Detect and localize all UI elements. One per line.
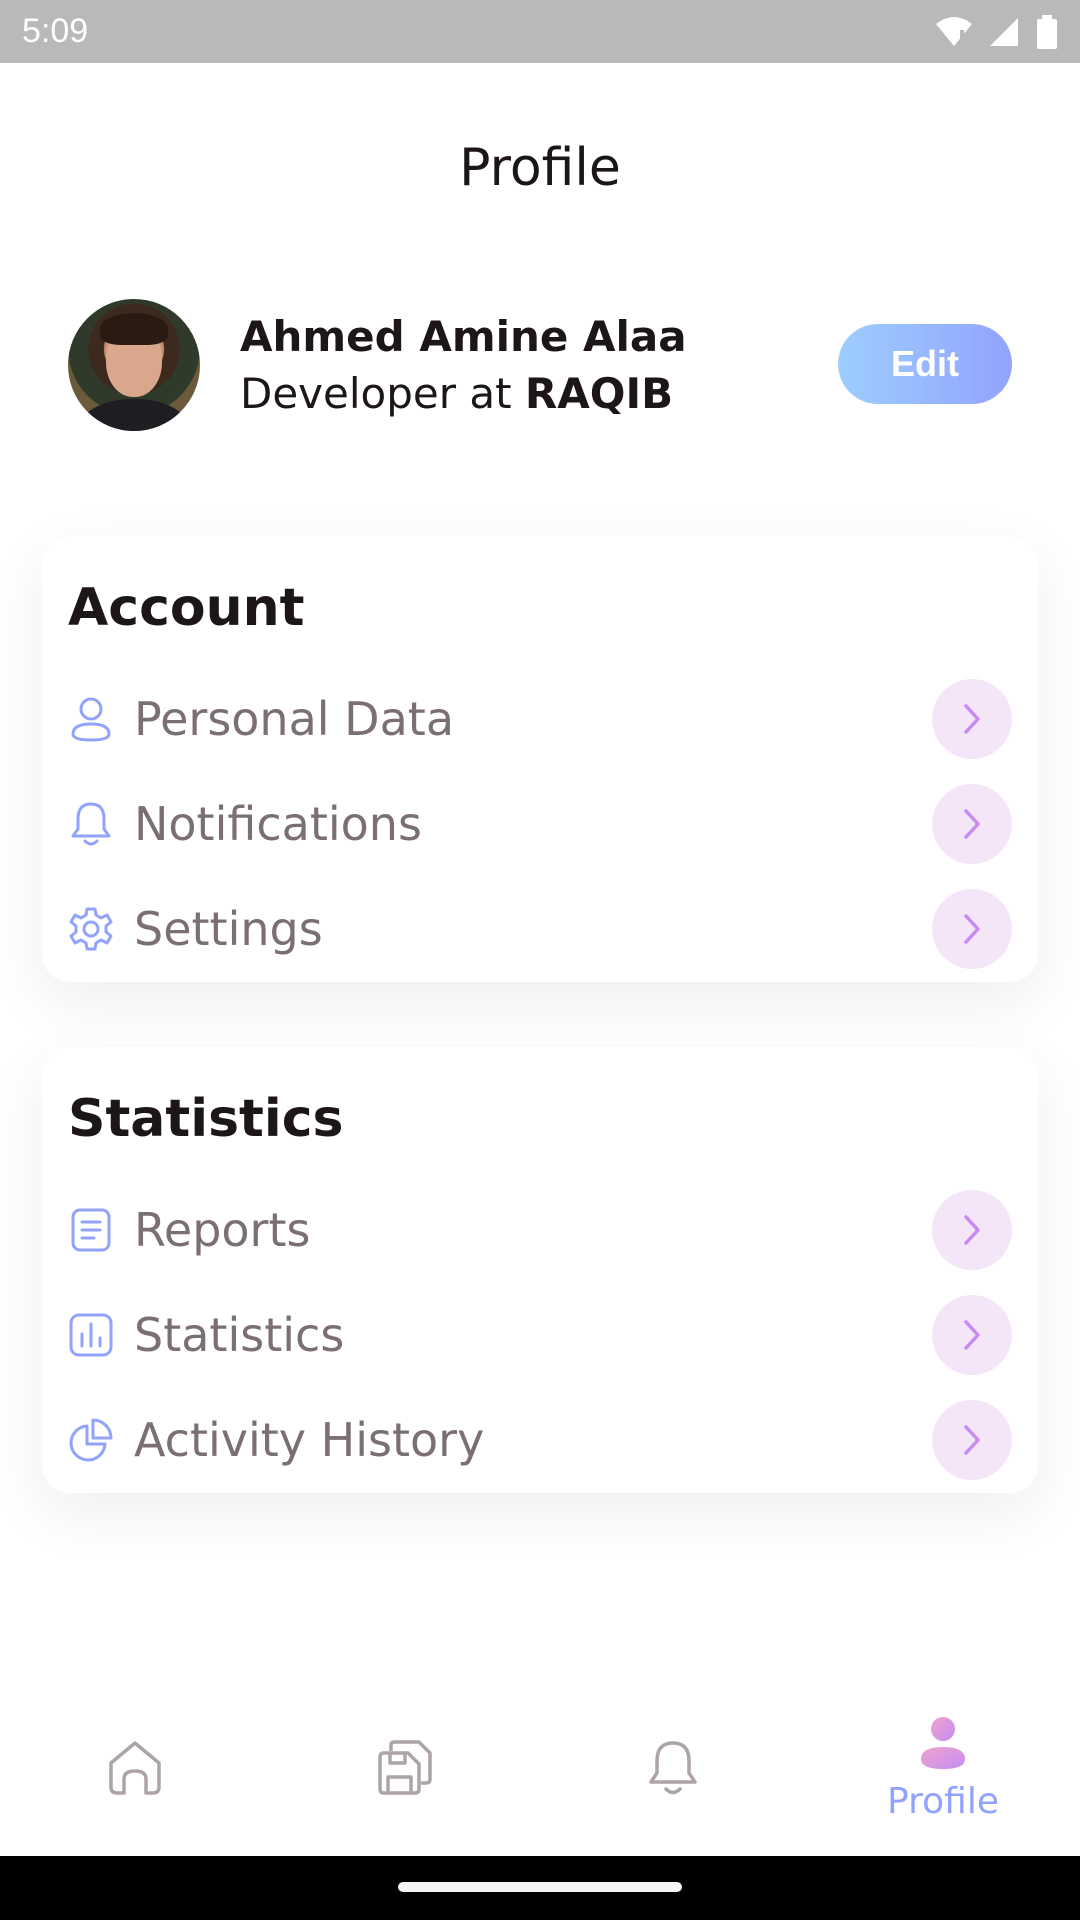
- profile-role-prefix: Developer at: [240, 369, 525, 418]
- chevron-right-icon: [964, 1215, 980, 1245]
- edit-button[interactable]: Edit: [838, 324, 1012, 404]
- bell-icon: [649, 1741, 697, 1795]
- status-bar: 5:09: [0, 0, 1080, 63]
- menu-item-label: Statistics: [134, 1307, 345, 1362]
- menu-item-personal-data[interactable]: Personal Data: [68, 666, 1012, 771]
- home-icon: [109, 1741, 161, 1795]
- menu-item-label: Personal Data: [134, 691, 455, 746]
- chevron-right-button[interactable]: [932, 1190, 1012, 1270]
- nav-profile-label: Profile: [887, 1780, 999, 1822]
- nav-profile[interactable]: Profile: [843, 1680, 1043, 1856]
- chevron-right-icon: [964, 704, 980, 734]
- chevron-right-button[interactable]: [932, 1400, 1012, 1480]
- gear-icon: [68, 906, 114, 952]
- menu-item-label: Settings: [134, 901, 323, 956]
- nav-notifications[interactable]: [573, 1680, 773, 1856]
- chevron-right-button[interactable]: [932, 889, 1012, 969]
- document-icon: [68, 1207, 114, 1253]
- statistics-title: Statistics: [68, 1089, 344, 1149]
- wifi-icon: [936, 16, 972, 46]
- chevron-right-icon: [964, 1320, 980, 1350]
- profile-icon: [68, 696, 114, 742]
- chevron-right-icon: [964, 914, 980, 944]
- avatar: [68, 299, 200, 431]
- nav-saved[interactable]: [305, 1680, 505, 1856]
- profile-name: Ahmed Amine Alaa: [240, 312, 687, 361]
- person-icon: [921, 1716, 965, 1769]
- menu-item-label: Activity History: [134, 1412, 485, 1467]
- menu-item-statistics[interactable]: Statistics: [68, 1282, 1012, 1387]
- menu-item-activity-history[interactable]: Activity History: [68, 1387, 1012, 1492]
- bar-chart-icon: [68, 1312, 114, 1358]
- home-gesture-pill[interactable]: [398, 1882, 682, 1892]
- profile-summary: Ahmed Amine Alaa Developer at RAQIB Edit: [68, 298, 1012, 432]
- status-time: 5:09: [22, 12, 89, 50]
- account-title: Account: [68, 578, 305, 638]
- bottom-nav: Profile: [0, 1680, 1080, 1856]
- statistics-card: Statistics Reports Statistics Activity H…: [42, 1047, 1038, 1493]
- battery-icon: [1037, 14, 1057, 49]
- status-icons: [934, 14, 1058, 49]
- save-icon: [378, 1740, 432, 1795]
- signal-icon: [990, 17, 1018, 46]
- menu-item-settings[interactable]: Settings: [68, 876, 1012, 981]
- profile-role: Developer at RAQIB: [240, 369, 687, 418]
- nav-home[interactable]: [35, 1680, 235, 1856]
- account-card: Account Personal Data Notifications Sett…: [42, 536, 1038, 982]
- menu-item-label: Notifications: [134, 796, 422, 851]
- bell-icon: [68, 801, 114, 847]
- profile-text: Ahmed Amine Alaa Developer at RAQIB: [240, 312, 687, 418]
- menu-item-notifications[interactable]: Notifications: [68, 771, 1012, 876]
- page-title: Profile: [459, 138, 621, 198]
- chevron-right-icon: [964, 1425, 980, 1455]
- menu-item-reports[interactable]: Reports: [68, 1177, 1012, 1282]
- system-nav-bar: [0, 1856, 1080, 1920]
- menu-item-label: Reports: [134, 1202, 311, 1257]
- chevron-right-button[interactable]: [932, 1295, 1012, 1375]
- chevron-right-button[interactable]: [932, 679, 1012, 759]
- chevron-right-icon: [964, 809, 980, 839]
- chevron-right-button[interactable]: [932, 784, 1012, 864]
- pie-chart-icon: [68, 1417, 114, 1463]
- profile-company: RAQIB: [524, 369, 674, 418]
